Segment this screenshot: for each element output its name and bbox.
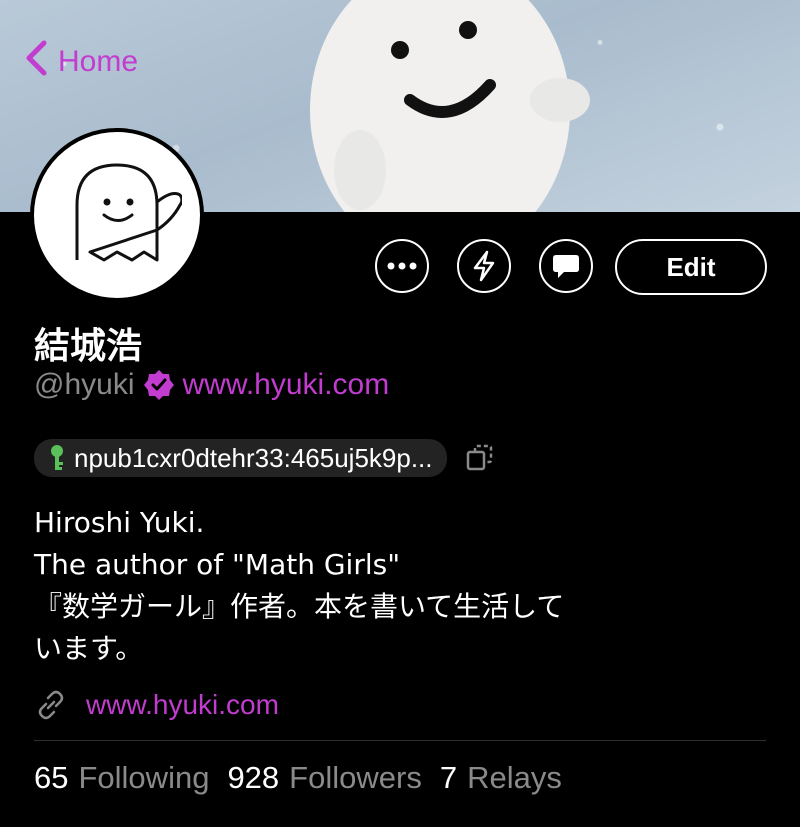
zap-button[interactable] <box>457 239 511 293</box>
back-label: Home <box>58 45 139 78</box>
more-button[interactable] <box>375 239 429 293</box>
more-icon <box>387 262 417 270</box>
verified-icon <box>143 370 174 400</box>
nip05-link[interactable]: www.hyuki.com <box>183 368 390 402</box>
display-name: 結城浩 <box>34 326 143 367</box>
stat-count: 65 <box>34 760 69 795</box>
stat-count: 7 <box>439 760 458 795</box>
stat-followers[interactable]: 928 Followers <box>227 760 421 796</box>
zap-icon <box>473 250 495 282</box>
message-button[interactable] <box>539 239 593 293</box>
edit-profile-button[interactable]: Edit <box>615 239 767 295</box>
npub-row: npub1cxr0dtehr33:465uj5k9p... <box>34 439 495 477</box>
handle: @hyuki <box>34 368 135 401</box>
divider <box>34 740 766 741</box>
profile-stats: 65 Following 928 Followers 7 Relays <box>34 760 562 796</box>
profile-actions <box>375 239 593 293</box>
ghost-avatar-icon <box>75 163 182 262</box>
link-icon <box>38 690 64 720</box>
stat-following[interactable]: 65 Following <box>34 760 209 796</box>
identity-row: @hyuki www.hyuki.com <box>34 368 389 402</box>
bio-line: The author of "Math Girls" <box>34 548 401 581</box>
chevron-left-icon <box>24 40 50 84</box>
back-button[interactable]: Home <box>24 40 138 84</box>
avatar[interactable] <box>30 128 204 302</box>
bio-line: Hiroshi Yuki. <box>34 506 205 539</box>
stat-label: Followers <box>289 760 422 795</box>
stat-label: Relays <box>467 760 562 795</box>
website-link[interactable]: www.hyuki.com <box>86 689 279 721</box>
stat-relays[interactable]: 7 Relays <box>440 760 562 796</box>
stat-label: Following <box>78 760 210 795</box>
website-row: www.hyuki.com <box>34 688 279 722</box>
bio-line: います。 <box>34 632 144 665</box>
npub-pill[interactable]: npub1cxr0dtehr33:465uj5k9p... <box>34 439 447 477</box>
key-icon <box>51 445 63 470</box>
bio-line: 『数学ガール』作者。本を書いて生活して <box>34 590 565 623</box>
npub-text: npub1cxr0dtehr33:465uj5k9p... <box>74 442 433 473</box>
stat-count: 928 <box>227 760 280 795</box>
bio: Hiroshi Yuki. The author of "Math Girls"… <box>34 502 734 670</box>
copy-icon[interactable] <box>465 443 495 473</box>
message-icon <box>553 255 579 278</box>
